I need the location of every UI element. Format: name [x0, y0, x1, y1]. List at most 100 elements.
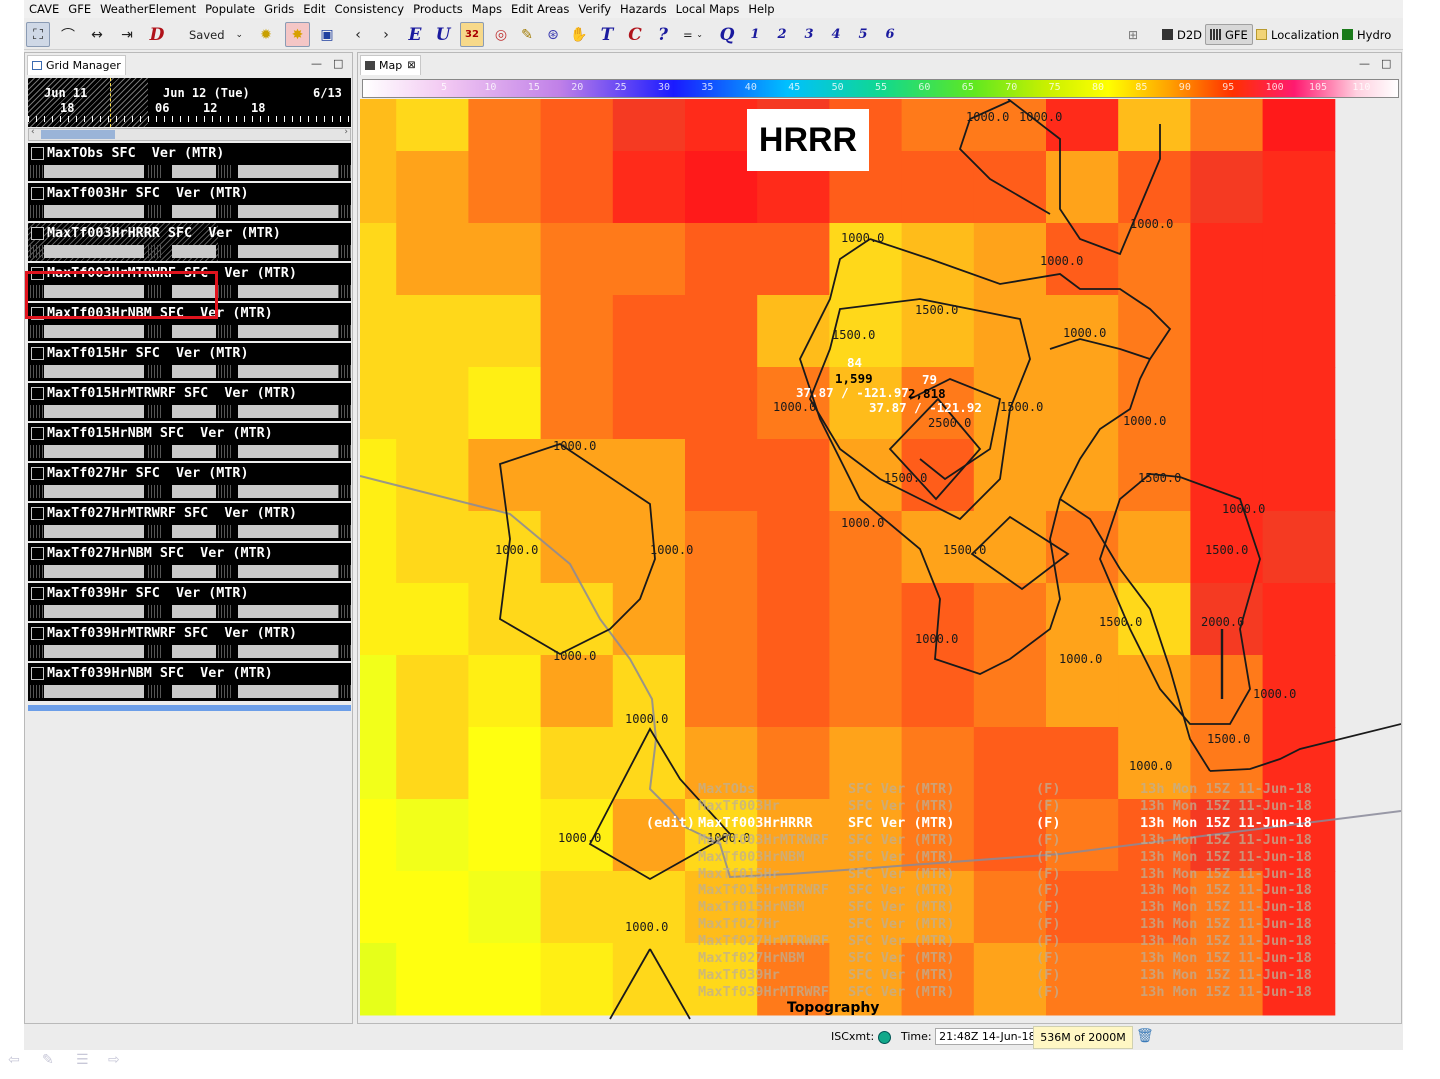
perspective-d2d[interactable]: D2D: [1158, 24, 1206, 45]
legend-row[interactable]: MaxTf027Hr SFC Ver (MTR) (F) 13h Mon 15Z 11…: [638, 916, 1340, 933]
grid-timeblock[interactable]: [172, 205, 216, 218]
legend-row[interactable]: MaxTf027HrNBM SFC Ver (MTR) (F) 13h Mon 15Z…: [638, 950, 1340, 967]
grid-row-checkbox[interactable]: [31, 347, 44, 360]
menu-verify[interactable]: Verify: [573, 0, 615, 18]
menu-grids[interactable]: Grids: [259, 0, 298, 18]
grid-timeblock-empty[interactable]: [338, 285, 351, 298]
grid-timeblock-empty[interactable]: [148, 245, 161, 258]
grid-timeblock-empty[interactable]: [338, 405, 351, 418]
grid-timeblock[interactable]: [238, 525, 338, 538]
grid-row[interactable]: MaxTf015HrNBM SFC Ver (MTR): [28, 423, 351, 461]
grid-row-checkbox[interactable]: [31, 507, 44, 520]
star-select-icon[interactable]: ✸: [285, 22, 310, 47]
grid-timeblock[interactable]: [172, 365, 216, 378]
menu-icon[interactable]: ☰: [76, 1052, 89, 1068]
grid-timeblock-empty[interactable]: [218, 245, 231, 258]
preset-5-button[interactable]: 5: [854, 22, 872, 47]
grid-timeblock-empty[interactable]: [218, 165, 231, 178]
perspective-hydro[interactable]: Hydro: [1338, 24, 1395, 45]
grid-timeblock[interactable]: [172, 405, 216, 418]
open-perspective-icon[interactable]: ⊞: [1124, 22, 1142, 47]
grid-timeblock[interactable]: [44, 445, 144, 458]
grid-timeblock-empty[interactable]: [148, 525, 161, 538]
save-icon[interactable]: ▣: [316, 22, 338, 47]
grid-timeblock[interactable]: [172, 645, 216, 658]
menu-hazards[interactable]: Hazards: [615, 0, 671, 18]
grid-timeblock[interactable]: [44, 165, 144, 178]
grid-timeblock[interactable]: [238, 405, 338, 418]
grid-timeblock-empty[interactable]: [338, 565, 351, 578]
grid-timeblock-empty[interactable]: [30, 205, 43, 218]
grid-timeblock-empty[interactable]: [338, 245, 351, 258]
menu-gfe[interactable]: GFE: [63, 0, 95, 18]
help-query-tool[interactable]: ?: [652, 22, 674, 47]
grid-row[interactable]: MaxTf015Hr SFC Ver (MTR): [28, 343, 351, 381]
grid-row-checkbox[interactable]: [31, 227, 44, 240]
scroll-right-icon[interactable]: ›: [344, 127, 348, 137]
menu-edit[interactable]: Edit: [298, 0, 329, 18]
grid-timeblock[interactable]: [238, 325, 338, 338]
grid-timeblock-empty[interactable]: [218, 485, 231, 498]
grid-timeblock[interactable]: [172, 605, 216, 618]
grid-timeblock-empty[interactable]: [218, 405, 231, 418]
grid-timeblock[interactable]: [238, 685, 338, 698]
grid-timeblock-empty[interactable]: [338, 205, 351, 218]
zoom-extent-button[interactable]: ⛶: [26, 22, 50, 47]
preset-2-button[interactable]: 2: [773, 22, 791, 47]
scroll-left-icon[interactable]: ‹: [31, 127, 35, 137]
grid-manager-tab[interactable]: Grid Manager: [27, 55, 126, 75]
isc-status-icon[interactable]: [877, 1030, 891, 1044]
grid-row[interactable]: MaxTf027HrNBM SFC Ver (MTR): [28, 543, 351, 581]
timescale-scrollbar[interactable]: ‹ ›: [28, 127, 351, 141]
grid-timeblock-empty[interactable]: [30, 525, 43, 538]
grid-timeblock-empty[interactable]: [218, 325, 231, 338]
menu-weatherelement[interactable]: WeatherElement: [95, 0, 200, 18]
scrollbar-thumb[interactable]: [41, 130, 115, 139]
grid-timeblock[interactable]: [238, 565, 338, 578]
grid-timeblock-empty[interactable]: [30, 245, 43, 258]
grid-timeblock-empty[interactable]: [338, 685, 351, 698]
menu-consistency[interactable]: Consistency: [330, 0, 409, 18]
t-tool[interactable]: T: [596, 22, 618, 47]
grid-timeblock[interactable]: [172, 565, 216, 578]
grid-timeblock[interactable]: [172, 485, 216, 498]
grid-timeblock-empty[interactable]: [148, 325, 161, 338]
legend-row[interactable]: MaxTf003HrMTRWRF SFC Ver (MTR) (F) 13h Mon …: [638, 832, 1340, 849]
grid-timeblock[interactable]: [238, 205, 338, 218]
grid-timeblock[interactable]: [44, 245, 144, 258]
grid-timeblock-empty[interactable]: [338, 525, 351, 538]
grid-row[interactable]: MaxTf039HrMTRWRF SFC Ver (MTR): [28, 623, 351, 661]
grid-32-badge[interactable]: 32: [460, 22, 484, 47]
trash-icon[interactable]: 🗑: [1136, 1028, 1154, 1044]
grid-row[interactable]: MaxTf027Hr SFC Ver (MTR): [28, 463, 351, 501]
grid-timeblock-empty[interactable]: [148, 605, 161, 618]
grid-row[interactable]: MaxTObs SFC Ver (MTR): [28, 143, 351, 181]
legend-row[interactable]: MaxTf003HrNBM SFC Ver (MTR) (F) 13h Mon 15Z…: [638, 849, 1340, 866]
grid-timeblock-empty[interactable]: [148, 485, 161, 498]
legend-row[interactable]: MaxTf015HrNBM SFC Ver (MTR) (F) 13h Mon 15Z…: [638, 899, 1340, 916]
target-icon[interactable]: ◎: [490, 22, 512, 47]
grid-timeblock[interactable]: [44, 405, 144, 418]
brush-icon[interactable]: ✎: [516, 22, 538, 47]
grid-timeblock[interactable]: [238, 285, 338, 298]
grid-timeblock-empty[interactable]: [148, 565, 161, 578]
grid-timeblock-empty[interactable]: [338, 325, 351, 338]
grid-timeblock-empty[interactable]: [148, 205, 161, 218]
grid-timeblock-empty[interactable]: [30, 565, 43, 578]
grid-row[interactable]: MaxTf015HrMTRWRF SFC Ver (MTR): [28, 383, 351, 421]
grid-timeblock[interactable]: [172, 685, 216, 698]
menu-products[interactable]: Products: [408, 0, 467, 18]
pan-tool-icon[interactable]: ⌒: [56, 22, 80, 47]
legend-row[interactable]: MaxTf015Hr SFC Ver (MTR) (F) 13h Mon 15Z 11…: [638, 866, 1340, 883]
grid-timeblock-empty[interactable]: [218, 445, 231, 458]
grid-timeblock-empty[interactable]: [338, 645, 351, 658]
legend-row[interactable]: MaxTf039HrMTRWRF SFC Ver (MTR) (F) 13h Mon …: [638, 984, 1340, 1001]
collapse-arrows-icon[interactable]: ⇥: [116, 22, 138, 47]
grid-timeblock[interactable]: [238, 605, 338, 618]
grid-timeblock[interactable]: [238, 645, 338, 658]
grid-row-checkbox[interactable]: [31, 667, 44, 680]
maximize-icon[interactable]: □: [333, 57, 343, 70]
menu-edit-areas[interactable]: Edit Areas: [506, 0, 573, 18]
c-tool[interactable]: C: [624, 22, 646, 47]
grid-timeblock[interactable]: [238, 485, 338, 498]
